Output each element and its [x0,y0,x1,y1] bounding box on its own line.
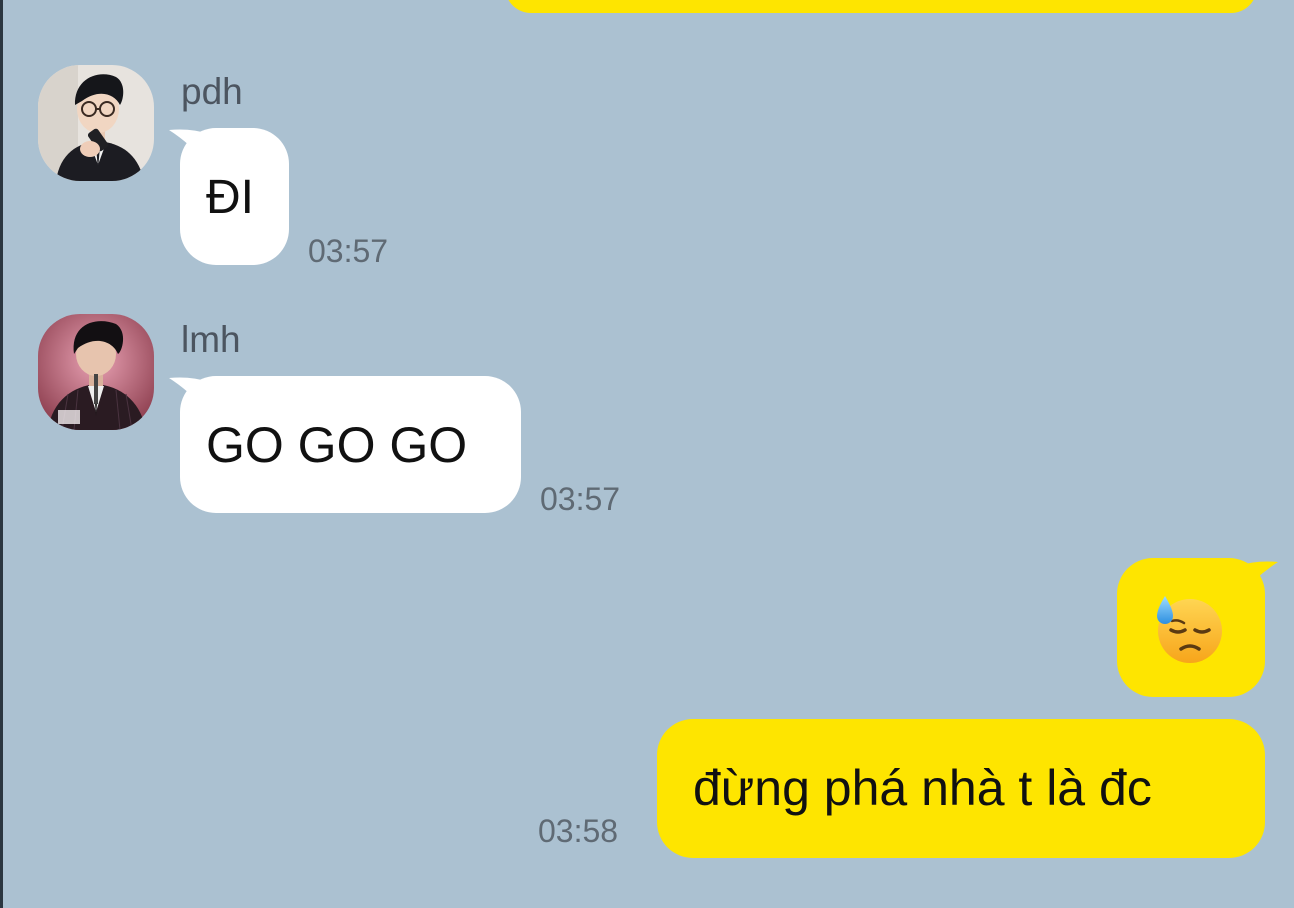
message-timestamp: 03:57 [540,481,621,517]
message-text: đừng phá nhà t là đc [693,760,1152,816]
message-bubble-partial[interactable] [505,0,1257,13]
avatar-lmh-image [38,314,154,430]
message-text: GO GO GO [206,417,468,473]
window-edge [0,0,3,908]
message-bubble[interactable]: đừng phá nhà t là đc [657,719,1265,858]
message-timestamp: 03:57 [308,233,389,269]
sender-name: lmh [181,319,241,360]
sender-name: pdh [181,71,243,112]
message-bubble[interactable]: GO GO GO [180,376,521,513]
avatar-pdh-image [38,65,154,181]
message-bubble[interactable] [1117,558,1265,697]
message-timestamp: 03:58 [538,813,619,849]
downcast-face-with-sweat-emoji [1157,596,1222,663]
message-bubble[interactable]: ĐI [180,128,289,265]
message-text: ĐI [206,171,254,224]
avatar-lmh[interactable] [38,314,154,430]
avatar-pdh[interactable] [38,65,154,181]
